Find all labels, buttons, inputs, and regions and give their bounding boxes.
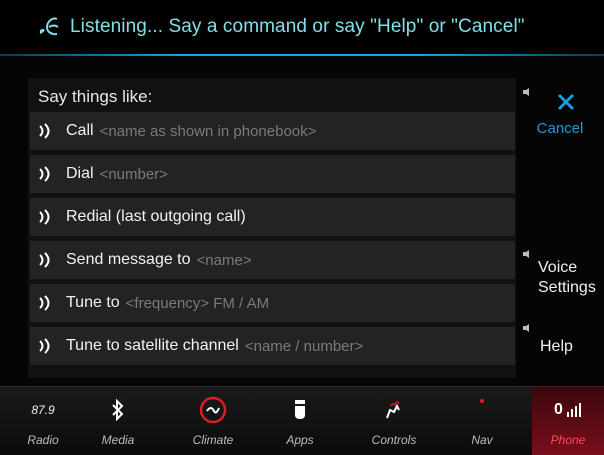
nav-nav[interactable]: Nav xyxy=(447,387,517,455)
header-divider xyxy=(0,54,604,56)
command-call[interactable]: Call <name as shown in phonebook> xyxy=(30,112,515,150)
nav-phone[interactable]: 0 Phone xyxy=(532,387,604,455)
bottom-nav: 87.9 Radio Media Climate Apps Controls N… xyxy=(0,386,604,455)
command-hint: <frequency> FM / AM xyxy=(125,294,270,312)
listening-header: Listening... Say a command or say "Help"… xyxy=(0,0,604,54)
nav-label: Nav xyxy=(471,433,493,447)
phone-signal-icon: 0 xyxy=(532,397,604,423)
voice-settings-button[interactable]: Voice Settings xyxy=(516,246,604,306)
speaker-icon xyxy=(522,246,532,264)
close-icon xyxy=(556,92,576,117)
speech-icon xyxy=(38,338,58,354)
voice-settings-label: Voice Settings xyxy=(538,259,596,296)
command-label: Tune to satellite channel xyxy=(66,337,239,354)
speech-icon xyxy=(38,166,58,182)
voice-command-screen: Listening... Say a command or say "Help"… xyxy=(0,0,604,455)
nav-label: Radio xyxy=(27,433,59,447)
nav-media[interactable]: Media xyxy=(83,387,153,455)
bluetooth-icon xyxy=(83,397,153,423)
command-hint: <name / number> xyxy=(244,337,364,355)
command-tune-satellite[interactable]: Tune to satellite channel <name / number… xyxy=(30,327,515,365)
command-list: Call <name as shown in phonebook> Dial <… xyxy=(30,112,515,370)
nav-label: Media xyxy=(101,433,135,447)
apps-icon xyxy=(265,397,335,423)
speech-icon xyxy=(38,123,58,139)
command-dial[interactable]: Dial <number> xyxy=(30,155,515,193)
nav-controls[interactable]: Controls xyxy=(359,387,429,455)
command-label: Dial xyxy=(66,165,94,182)
command-hint: <name as shown in phonebook> xyxy=(99,122,317,140)
nav-label: Controls xyxy=(371,433,417,447)
listening-title: Listening... Say a command or say "Help"… xyxy=(70,16,525,37)
nav-climate[interactable]: Climate xyxy=(178,387,248,455)
climate-icon xyxy=(178,396,248,424)
side-controls: Cancel Voice Settings Help xyxy=(516,56,604,386)
help-label: Help xyxy=(540,338,573,355)
command-hint: <name> xyxy=(196,251,252,269)
command-redial[interactable]: Redial (last outgoing call) xyxy=(30,198,515,236)
command-label: Redial (last outgoing call) xyxy=(66,208,246,225)
command-label: Call xyxy=(66,122,94,139)
command-hint: <number> xyxy=(99,165,168,183)
cancel-label: Cancel xyxy=(536,120,584,137)
speaker-icon xyxy=(522,320,532,338)
command-label: Send message to xyxy=(66,251,191,268)
speech-icon xyxy=(38,295,58,311)
nav-apps[interactable]: Apps xyxy=(265,387,335,455)
help-button[interactable]: Help xyxy=(516,320,604,360)
speech-icon xyxy=(38,209,58,225)
panel-heading: Say things like: xyxy=(38,87,153,106)
phone-count: 0 xyxy=(554,401,563,418)
cancel-button[interactable]: Cancel xyxy=(516,84,604,142)
nav-label: Apps xyxy=(286,433,314,447)
nav-label: Phone xyxy=(550,433,586,447)
nav-label: Climate xyxy=(192,433,234,447)
controls-icon xyxy=(359,397,429,423)
radio-frequency: 87.9 xyxy=(31,403,55,417)
command-label: Tune to xyxy=(66,294,120,311)
voice-recognition-icon xyxy=(32,12,66,42)
nav-icon xyxy=(447,397,517,423)
command-send-message[interactable]: Send message to <name> xyxy=(30,241,515,279)
command-tune-to[interactable]: Tune to <frequency> FM / AM xyxy=(30,284,515,322)
nav-radio[interactable]: 87.9 Radio xyxy=(8,387,78,455)
speech-icon xyxy=(38,252,58,268)
speaker-icon xyxy=(522,84,532,102)
